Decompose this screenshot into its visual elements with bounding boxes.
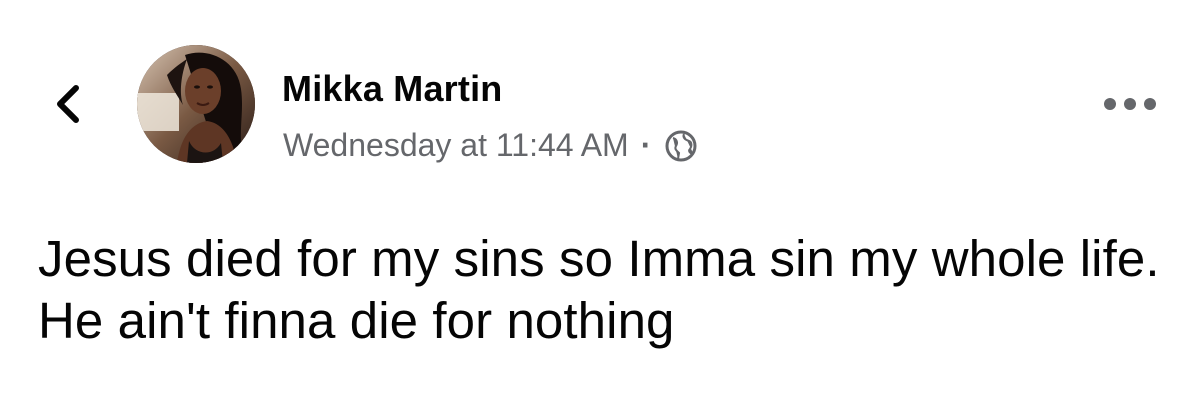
avatar[interactable] [137,45,255,163]
post-timestamp[interactable]: Wednesday at 11:44 AM [283,127,629,164]
globe-icon[interactable] [664,129,698,163]
back-button[interactable] [40,78,96,134]
meta-separator: · [640,127,652,163]
more-horizontal-icon [1103,97,1157,116]
chevron-left-icon [50,84,86,129]
post-text: Jesus died for my sins so Imma sin my wh… [38,230,1160,349]
more-options-button[interactable] [1098,90,1162,122]
author-name[interactable]: Mikka Martin [282,68,502,110]
post-meta: Wednesday at 11:44 AM · [283,127,698,164]
